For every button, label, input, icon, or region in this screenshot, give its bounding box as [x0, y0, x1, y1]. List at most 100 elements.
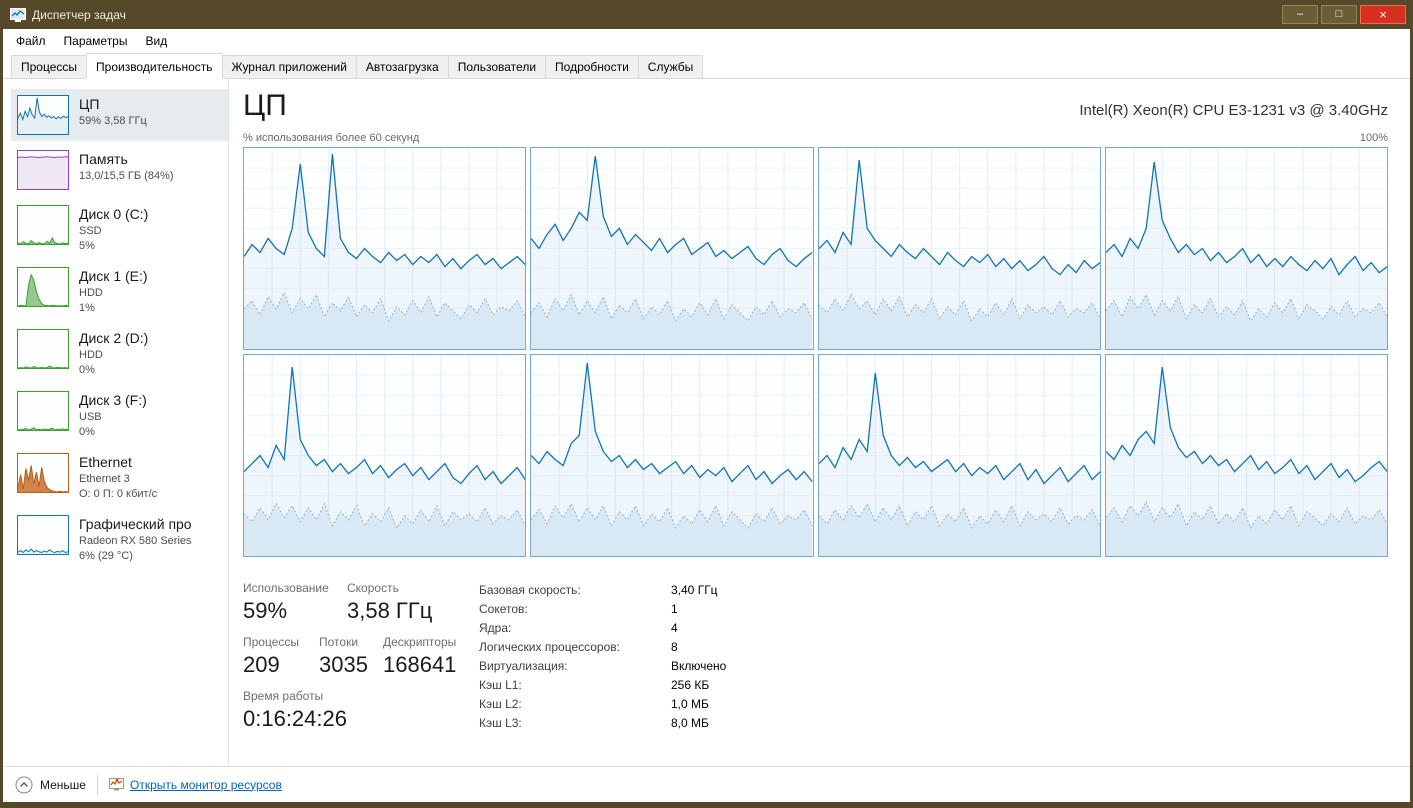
resource-monitor-link[interactable]: Открыть монитор ресурсов: [130, 778, 282, 792]
cpu-core-chart: [243, 147, 527, 350]
memory-mini-chart: [17, 150, 69, 190]
window-title: Диспетчер задач: [32, 7, 126, 22]
sidebar-item-title: Диск 1 (E:): [79, 268, 148, 284]
disk0-mini-chart: [17, 205, 69, 245]
spec-value: Включено: [671, 659, 727, 673]
spec-value: 4: [671, 621, 678, 635]
sidebar-item-disk0[interactable]: Диск 0 (C:) SSD 5%: [11, 199, 228, 258]
sidebar-item-sub: SSD: [79, 225, 102, 237]
usage-label: Использование: [243, 581, 329, 595]
sidebar-item-title: ЦП: [79, 96, 100, 112]
spec-value: 1: [671, 602, 678, 616]
fewer-details-toggle[interactable]: Меньше: [15, 776, 86, 794]
handles-label: Дескрипторы: [383, 635, 457, 649]
performance-sidebar: ЦП 59% 3,58 ГГц Память 13,0/15,5 ГБ (84%…: [3, 79, 229, 766]
spec-value: 8,0 МБ: [671, 716, 709, 730]
sidebar-item-cpu[interactable]: ЦП 59% 3,58 ГГц: [11, 89, 228, 141]
sidebar-item-gpu[interactable]: Графический про Radeon RX 580 Series 6% …: [11, 509, 228, 568]
tab-performance[interactable]: Производительность: [86, 53, 223, 79]
menubar: Файл Параметры Вид: [3, 29, 1410, 52]
cpu-core-chart: [817, 147, 1101, 350]
disk2-mini-chart: [17, 329, 69, 369]
uptime-value: 0:16:24:26: [243, 706, 347, 731]
sidebar-item-disk3[interactable]: Диск 3 (F:) USB 0%: [11, 385, 228, 444]
chevron-up-circle-icon: [15, 776, 33, 793]
spec-label: Кэш L3:: [479, 716, 522, 730]
fewer-details-label: Меньше: [40, 777, 86, 792]
window-controls: – □ ×: [1282, 5, 1406, 24]
sidebar-item-sub: 0%: [79, 364, 95, 376]
tab-processes[interactable]: Процессы: [11, 55, 88, 78]
gpu-mini-chart: [17, 515, 69, 555]
footer-bar: Меньше Открыть монитор ресурсов: [3, 766, 1410, 802]
sidebar-item-sub: HDD: [79, 349, 103, 361]
sidebar-item-sub: Radeon RX 580 Series: [79, 535, 192, 547]
threads-label: Потоки: [319, 635, 359, 649]
tab-details[interactable]: Подробности: [545, 55, 639, 78]
spec-label: Ядра:: [479, 621, 512, 635]
sidebar-item-memory[interactable]: Память 13,0/15,5 ГБ (84%): [11, 144, 228, 196]
sidebar-item-sub: О: 0 П: 0 кбит/с: [79, 488, 158, 500]
speed-value: 3,58 ГГц: [347, 598, 433, 623]
tab-users[interactable]: Пользователи: [447, 55, 547, 78]
uptime-label: Время работы: [243, 689, 324, 703]
sidebar-item-sub: 59% 3,58 ГГц: [79, 115, 147, 127]
cpu-model-name: Intel(R) Xeon(R) CPU E3-1231 v3 @ 3.40GH…: [1079, 102, 1388, 119]
threads-value: 3035: [319, 652, 368, 677]
chart-caption: % использования более 60 секунд: [243, 132, 420, 144]
logical-processor-charts: [243, 147, 1388, 557]
sidebar-item-title: Память: [79, 151, 128, 167]
sidebar-item-title: Диск 2 (D:): [79, 330, 149, 346]
sidebar-item-sub: Ethernet 3: [79, 473, 130, 485]
sidebar-item-disk2[interactable]: Диск 2 (D:) HDD 0%: [11, 323, 228, 382]
app-icon: [10, 7, 26, 22]
cpu-panel: ЦП Intel(R) Xeon(R) CPU E3-1231 v3 @ 3.4…: [229, 79, 1410, 766]
processes-value: 209: [243, 652, 280, 677]
menu-options[interactable]: Параметры: [55, 31, 137, 51]
speed-label: Скорость: [347, 581, 399, 595]
spec-label: Кэш L2:: [479, 697, 522, 711]
page-title: ЦП: [243, 89, 287, 122]
cpu-core-chart: [530, 354, 814, 557]
cpu-core-chart: [817, 354, 1101, 557]
tab-app-history[interactable]: Журнал приложений: [221, 55, 357, 78]
tab-services[interactable]: Службы: [637, 55, 704, 78]
sidebar-item-sub: 0%: [79, 426, 95, 438]
spec-value: 3,40 ГГц: [671, 583, 718, 597]
usage-value: 59%: [243, 598, 288, 623]
sidebar-item-title: Ethernet: [79, 454, 132, 470]
maximize-button[interactable]: □: [1321, 5, 1357, 24]
menu-view[interactable]: Вид: [136, 31, 176, 51]
titlebar: Диспетчер задач – □ ×: [3, 0, 1410, 29]
chart-max-label: 100%: [1359, 132, 1388, 144]
tab-strip: Процессы Производительность Журнал прило…: [3, 52, 1410, 79]
sidebar-item-title: Графический про: [79, 516, 192, 532]
disk1-mini-chart: [17, 267, 69, 307]
sidebar-item-sub: 6% (29 °C): [79, 550, 133, 562]
tab-startup[interactable]: Автозагрузка: [355, 55, 449, 78]
resource-monitor-icon: [108, 778, 124, 791]
spec-value: 8: [671, 640, 678, 654]
cpu-core-chart: [530, 147, 814, 350]
spec-value: 256 КБ: [671, 678, 710, 692]
close-button[interactable]: ×: [1360, 5, 1406, 24]
sidebar-item-ethernet[interactable]: Ethernet Ethernet 3 О: 0 П: 0 кбит/с: [11, 447, 228, 506]
sidebar-item-sub: HDD: [79, 287, 103, 299]
spec-label: Базовая скорость:: [479, 583, 581, 597]
disk3-mini-chart: [17, 391, 69, 431]
sidebar-item-title: Диск 0 (C:): [79, 206, 149, 222]
footer-divider: [96, 774, 98, 795]
spec-value: 1,0 МБ: [671, 697, 709, 711]
spec-label: Сокетов:: [479, 602, 528, 616]
processes-label: Процессы: [243, 635, 300, 649]
sidebar-item-sub: 13,0/15,5 ГБ (84%): [79, 170, 174, 182]
sidebar-item-disk1[interactable]: Диск 1 (E:) HDD 1%: [11, 261, 228, 320]
open-resource-monitor[interactable]: Открыть монитор ресурсов: [108, 778, 282, 792]
cpu-mini-chart: [17, 95, 69, 135]
sidebar-item-sub: 5%: [79, 240, 95, 252]
cpu-spec-list: Базовая скорость: 3,40 ГГц Сокетов: 1 Ядра…: [479, 581, 726, 743]
minimize-button[interactable]: –: [1282, 5, 1318, 24]
sidebar-item-title: Диск 3 (F:): [79, 392, 147, 408]
menu-file[interactable]: Файл: [7, 31, 55, 51]
sidebar-item-sub: 1%: [79, 302, 95, 314]
